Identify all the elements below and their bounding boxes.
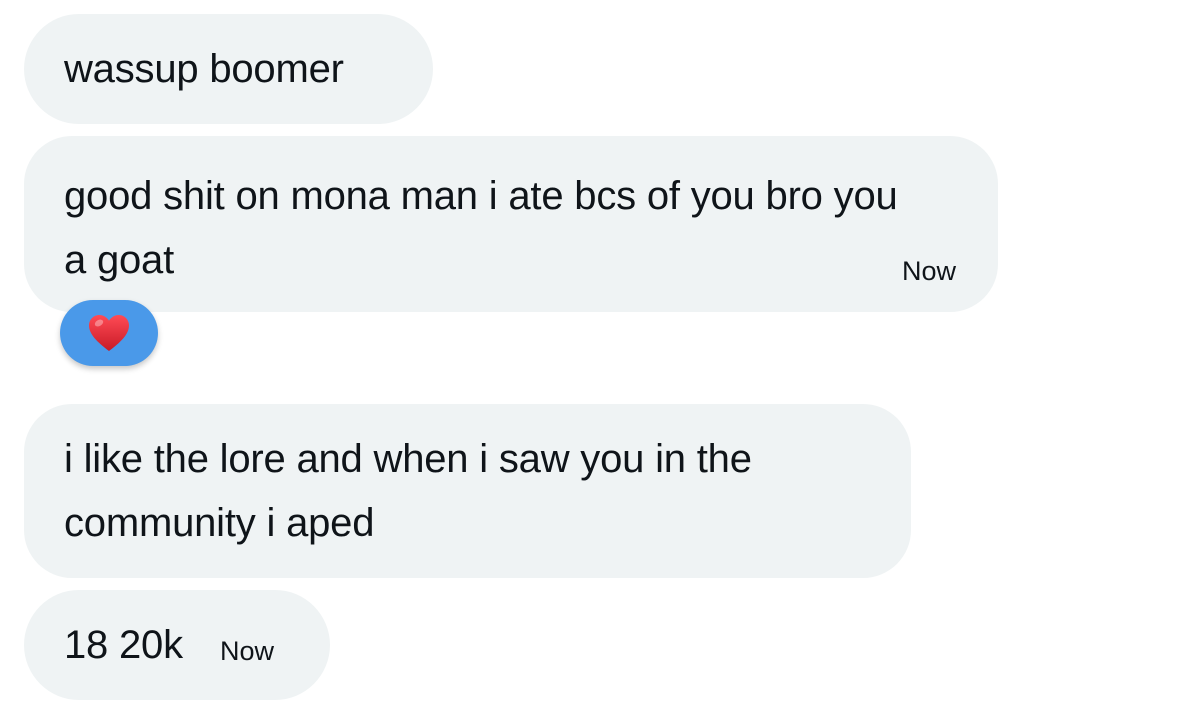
message-text-2: good shit on mona man i ate bcs of you b… xyxy=(64,174,898,282)
red-heart-icon xyxy=(89,315,129,351)
message-text-3: i like the lore and when i saw you in th… xyxy=(64,437,752,545)
message-timestamp-2: Now xyxy=(901,256,956,286)
message-bubble-2[interactable]: good shit on mona man i ate bcs of you b… xyxy=(24,136,998,312)
message-timestamp-4: Now xyxy=(220,636,275,666)
message-text-1: wassup boomer xyxy=(64,47,344,91)
message-bubble-3[interactable]: i like the lore and when i saw you in th… xyxy=(24,404,911,578)
message-text-4: 18 20k xyxy=(64,623,183,667)
reaction-badge[interactable] xyxy=(60,300,158,366)
message-bubble-1[interactable]: wassup boomer xyxy=(24,14,433,124)
message-bubble-4[interactable]: 18 20k Now xyxy=(24,590,330,700)
